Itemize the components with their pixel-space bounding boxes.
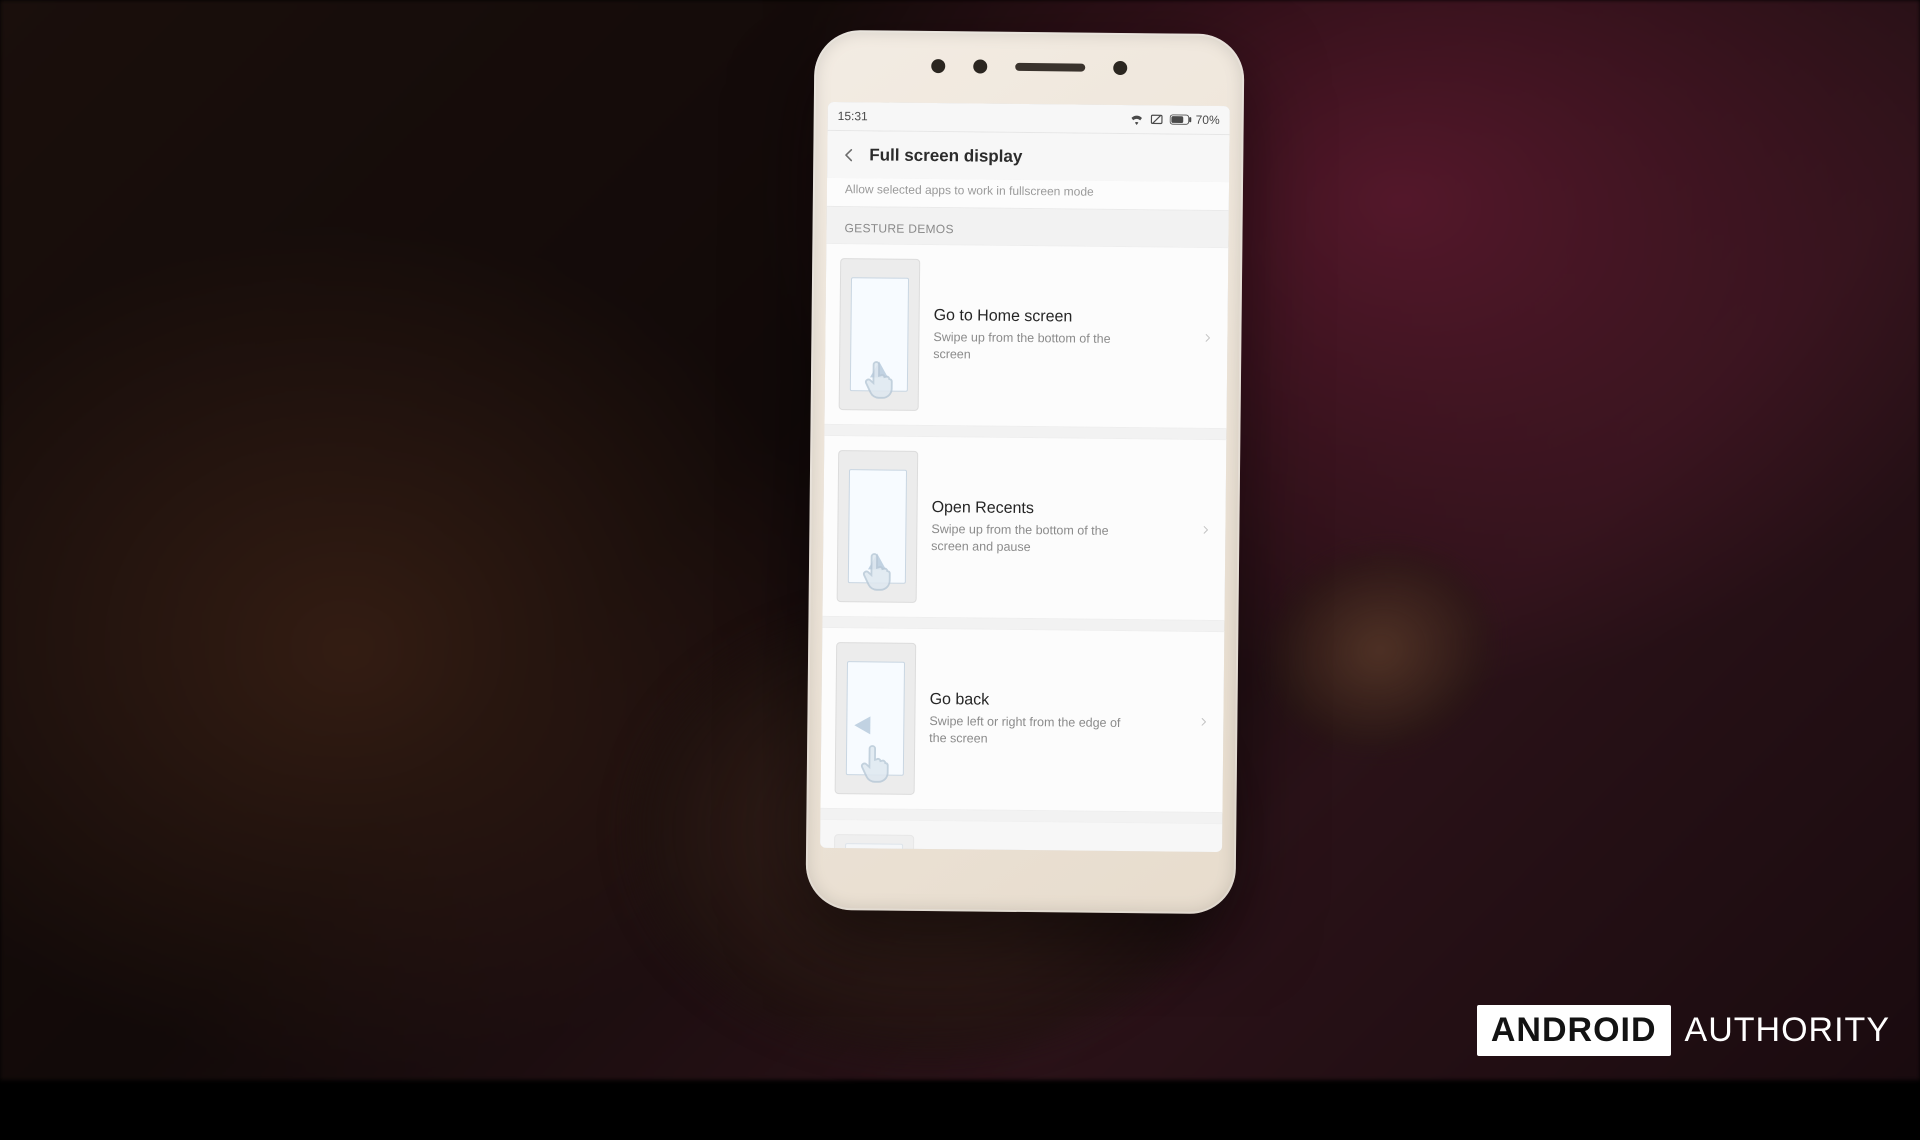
gesture-thumb-back bbox=[835, 642, 917, 795]
earpiece bbox=[1015, 63, 1085, 72]
status-bar: 15:31 70% bbox=[828, 102, 1230, 135]
gesture-demo-back[interactable]: Go back Swipe left or right from the edg… bbox=[820, 627, 1224, 813]
phone-screen: 15:31 70% Full screen display Al bbox=[820, 102, 1230, 852]
watermark-loose-word: AUTHORITY bbox=[1685, 1011, 1890, 1050]
gesture-demo-home[interactable]: Go to Home screen Swipe up from the bott… bbox=[824, 243, 1228, 429]
gesture-subtitle: Swipe up from the bottom of the screen bbox=[933, 329, 1143, 365]
phone-top-bezel bbox=[814, 30, 1245, 104]
no-sim-icon bbox=[1150, 113, 1164, 125]
chevron-right-icon bbox=[1199, 331, 1215, 345]
watermark-boxed-word: ANDROID bbox=[1477, 1005, 1671, 1056]
chevron-left-icon bbox=[841, 147, 857, 163]
phone-device: 15:31 70% Full screen display Al bbox=[805, 30, 1244, 914]
hand-pointer-icon bbox=[857, 357, 901, 401]
hand-pointer-icon bbox=[855, 549, 899, 593]
status-right-cluster: 70% bbox=[1130, 112, 1220, 127]
settings-content[interactable]: Allow selected apps to work in fullscree… bbox=[820, 178, 1229, 852]
previous-row-subtitle-clipped: Allow selected apps to work in fullscree… bbox=[827, 178, 1229, 211]
gesture-subtitle: Swipe up from the bottom of the screen a… bbox=[931, 521, 1141, 557]
gesture-demo-peek[interactable] bbox=[820, 819, 1222, 852]
battery-percent: 70% bbox=[1196, 113, 1220, 127]
chevron-right-icon bbox=[1195, 715, 1211, 729]
proximity-sensor bbox=[1113, 61, 1127, 75]
phone-bottom-bezel bbox=[805, 850, 1236, 914]
gesture-subtitle: Swipe left or right from the edge of the… bbox=[929, 713, 1139, 749]
status-time: 15:31 bbox=[838, 109, 868, 123]
hand-pointer-icon bbox=[853, 741, 897, 785]
chevron-right-icon bbox=[1197, 523, 1213, 537]
page-title: Full screen display bbox=[869, 145, 1022, 167]
gesture-demo-recents[interactable]: Open Recents Swipe up from the bottom of… bbox=[822, 435, 1226, 621]
front-camera bbox=[973, 59, 987, 73]
gesture-title: Go back bbox=[930, 691, 1182, 712]
watermark: ANDROID AUTHORITY bbox=[1477, 1005, 1890, 1056]
gesture-title: Open Recents bbox=[932, 499, 1184, 520]
title-bar: Full screen display bbox=[827, 131, 1229, 184]
wifi-icon bbox=[1130, 113, 1144, 125]
gesture-thumb-home bbox=[839, 258, 921, 411]
battery-indicator: 70% bbox=[1170, 112, 1220, 127]
gesture-thumb-recents bbox=[837, 450, 919, 603]
back-button[interactable] bbox=[835, 141, 863, 169]
section-header-gesture-demos: GESTURE DEMOS bbox=[826, 207, 1228, 247]
sensor-dot bbox=[931, 59, 945, 73]
gesture-title: Go to Home screen bbox=[934, 307, 1186, 328]
